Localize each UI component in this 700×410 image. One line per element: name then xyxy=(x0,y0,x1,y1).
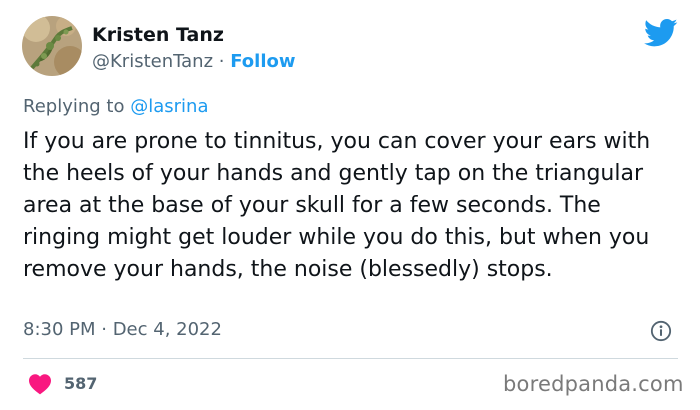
twitter-bird-icon[interactable] xyxy=(644,18,678,48)
author-name[interactable]: Kristen Tanz xyxy=(92,23,224,47)
watermark: boredpanda.com xyxy=(503,372,684,396)
author-handle-line: @KristenTanz · Follow xyxy=(92,51,296,73)
heart-icon[interactable] xyxy=(28,373,52,395)
divider xyxy=(23,358,678,359)
like-count: 587 xyxy=(64,374,98,393)
handle-separator: · xyxy=(218,51,225,72)
tweet-text: If you are prone to tinnitus, you can co… xyxy=(23,129,651,282)
reply-mention-link[interactable]: @lasrina xyxy=(130,96,208,117)
avatar[interactable] xyxy=(22,16,82,76)
tweet-timestamp[interactable]: 8:30 PM · Dec 4, 2022 xyxy=(23,319,222,341)
tweet-card: Kristen Tanz @KristenTanz · Follow Reply… xyxy=(0,0,700,410)
replying-to: Replying to @lasrina xyxy=(23,96,208,118)
author-handle[interactable]: @KristenTanz xyxy=(92,51,213,72)
like-button[interactable]: 587 xyxy=(28,372,97,396)
follow-button[interactable]: Follow xyxy=(230,51,295,72)
replying-to-label: Replying to xyxy=(23,96,125,117)
info-icon[interactable] xyxy=(650,320,672,342)
